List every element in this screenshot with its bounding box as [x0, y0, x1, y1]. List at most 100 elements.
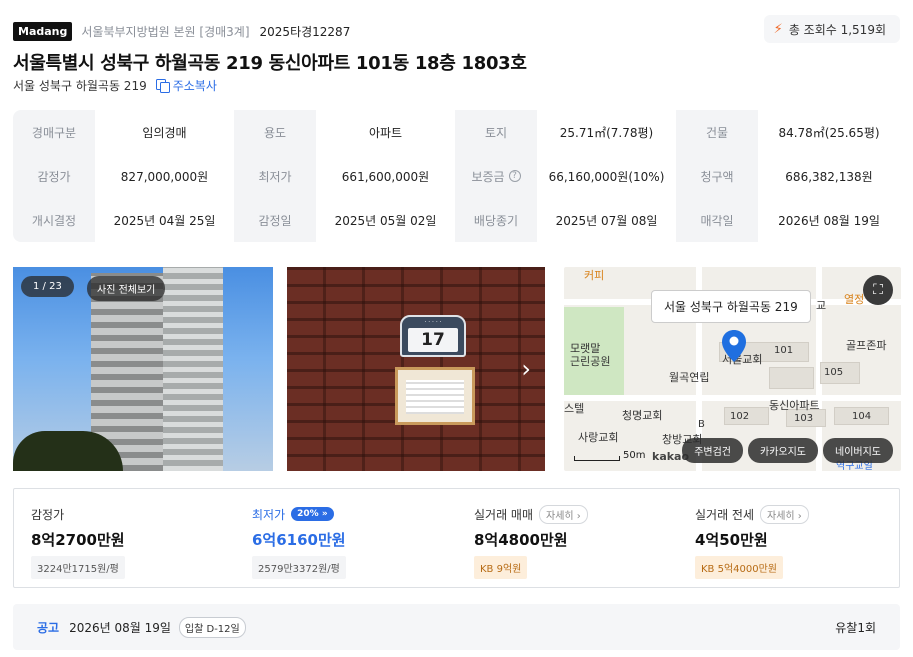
copy-address-label: 주소복사: [172, 79, 217, 93]
building-side: [163, 267, 223, 471]
info-key: 경매구분: [13, 110, 95, 154]
sub-address-text: 서울 성북구 하월곡동 219: [13, 79, 147, 93]
info-value: 임의경매: [95, 110, 234, 154]
appraisal-value: 8억2700만원: [31, 531, 125, 549]
info-value: 아파트: [316, 110, 455, 154]
info-key: 매각일: [676, 198, 758, 242]
map-label: 스텔: [564, 402, 585, 415]
copy-address-button[interactable]: 주소복사: [155, 77, 217, 94]
scale-bar: [574, 456, 620, 461]
kakao-map-button[interactable]: 카카오지도: [748, 438, 818, 463]
map-label: 105: [824, 367, 844, 378]
map-label: 청명교회: [622, 409, 663, 422]
sub-address: 서울 성북구 하월곡동 219 주소복사: [13, 77, 217, 94]
photo-count-badge: 1 / 23: [21, 276, 74, 297]
info-key: 개시결정: [13, 198, 95, 242]
plate-number: 17: [408, 328, 458, 352]
map-label: 열정: [844, 293, 865, 306]
case-number: 2025타경12287: [259, 24, 351, 39]
auction-notice-bar[interactable]: 공고 2026년 08월 19일 입찰 D-12일 유찰1회: [13, 604, 900, 650]
discount-pct: 20%: [297, 509, 319, 519]
info-value: 827,000,000원: [95, 154, 234, 198]
map-label: 103: [794, 413, 814, 424]
minimum-per-pyeong: 2579만3372원/평: [252, 556, 346, 579]
map-label: 102: [730, 411, 750, 422]
trade-detail-button[interactable]: 자세히 ›: [539, 504, 588, 524]
price-summary: 감정가 8억2700만원 3224만1715원/평 최저가 20% » 6억61…: [13, 488, 900, 588]
info-value: 66,160,000원(10%): [537, 154, 676, 198]
info-key: 청구액: [676, 154, 758, 198]
map-label: 골프존파: [846, 339, 887, 352]
minimum-label: 최저가: [252, 507, 286, 522]
madang-logo[interactable]: Madang: [13, 21, 73, 41]
jeonse-value: 4억50만원: [695, 531, 768, 549]
info-key: 토지: [455, 110, 537, 154]
info-value: 25.71㎡(7.78평): [537, 110, 676, 154]
map-label: 모랫말 근린공원: [570, 342, 611, 368]
map-label: 커피: [584, 269, 605, 282]
address-plate: · · · · · 17: [400, 315, 466, 357]
map-label: 교: [816, 299, 827, 312]
dday-badge: 입찰 D-12일: [178, 616, 246, 638]
nearby-search-button[interactable]: 주변검건: [682, 438, 743, 463]
info-key: 용도: [234, 110, 316, 154]
info-table: 경매구분 임의경매 용도 아파트 토지 25.71㎡(7.78평) 건물 84.…: [13, 110, 900, 242]
map-pin-icon: [722, 330, 746, 362]
view-count-text: 총 조회수 1,519회: [788, 22, 886, 37]
minimum-price-column: 최저가 20% » 6억6160만원 2579만3372원/평: [252, 505, 346, 579]
info-value: 2025년 07월 08일: [537, 198, 676, 242]
map-label: B: [698, 419, 705, 430]
info-value: 84.78㎡(25.65평): [758, 110, 900, 154]
plate-header: · · · · ·: [424, 319, 442, 326]
lightning-icon: ⚡: [773, 21, 783, 37]
map-label: 동신아파트: [769, 399, 820, 412]
map-label: 104: [852, 411, 872, 422]
notice-sign: [395, 367, 475, 425]
appraisal-label: 감정가: [31, 507, 65, 522]
chevron-right-icon[interactable]: ›: [521, 355, 531, 383]
map-road: [564, 395, 901, 401]
expand-map-icon[interactable]: ⛶: [863, 275, 893, 305]
notice-title: 공고: [37, 620, 60, 635]
property-title: 서울특별시 성북구 하월곡동 219 동신아파트 101동 18층 1803호: [13, 53, 527, 74]
location-map[interactable]: 커피 모랫말 근린공원 서울교회 월곡연립 동신아파트 청명교회 사랑교회 창방…: [564, 267, 901, 471]
notice-date: 2026년 08월 19일: [69, 620, 171, 635]
door-plate-photo[interactable]: · · · · · 17 ›: [287, 267, 545, 471]
trade-label: 실거래 매매: [474, 507, 534, 522]
jeonse-label-row: 실거래 전세 자세히 ›: [695, 504, 809, 524]
map-scale: 50m: [574, 450, 645, 461]
trade-price-column: 실거래 매매 자세히 › 8억4800만원 KB 9억원: [474, 504, 588, 579]
view-all-photos-button[interactable]: 사진 전체보기: [87, 276, 166, 301]
building-photo[interactable]: 1 / 23 사진 전체보기: [13, 267, 273, 471]
appraisal-price-column: 감정가 8억2700만원 3224만1715원/평: [31, 505, 125, 579]
info-key-text: 보증금: [471, 169, 505, 184]
naver-map-button[interactable]: 네이버지도: [823, 438, 893, 463]
info-value: 2025년 05월 02일: [316, 198, 455, 242]
info-key: 건물: [676, 110, 758, 154]
map-label: 101: [774, 345, 794, 356]
minimum-label-row: 최저가 20% »: [252, 505, 346, 523]
view-count-badge: ⚡ 총 조회수 1,519회: [763, 15, 900, 43]
header-bar: Madang 서울북부지방법원 본원 [경매3계] 2025타경12287 ⚡ …: [13, 15, 900, 43]
copy-icon: [155, 79, 170, 93]
info-value: 2025년 04월 25일: [95, 198, 234, 242]
map-building: [769, 367, 814, 389]
info-key: 배당종기: [455, 198, 537, 242]
trade-kb-badge: KB 9억원: [474, 556, 528, 579]
map-label: 사랑교회: [578, 431, 619, 444]
auction-result: 유찰1회: [835, 620, 876, 635]
info-key: 감정일: [234, 198, 316, 242]
info-value: 686,382,138원: [758, 154, 900, 198]
jeonse-kb-badge: KB 5억4000만원: [695, 556, 784, 579]
scale-label: 50m: [623, 450, 646, 461]
appraisal-per-pyeong: 3224만1715원/평: [31, 556, 125, 579]
discount-badge: 20% »: [291, 507, 334, 521]
double-chevron-down-icon: »: [321, 509, 328, 519]
map-label: 월곡연립: [669, 371, 710, 384]
info-key-deposit: 보증금 ?: [455, 154, 537, 198]
info-key: 최저가: [234, 154, 316, 198]
jeonse-price-column: 실거래 전세 자세히 › 4억50만원 KB 5억4000만원: [695, 504, 809, 579]
jeonse-label: 실거래 전세: [695, 507, 755, 522]
jeonse-detail-button[interactable]: 자세히 ›: [760, 504, 809, 524]
help-icon[interactable]: ?: [508, 170, 521, 182]
